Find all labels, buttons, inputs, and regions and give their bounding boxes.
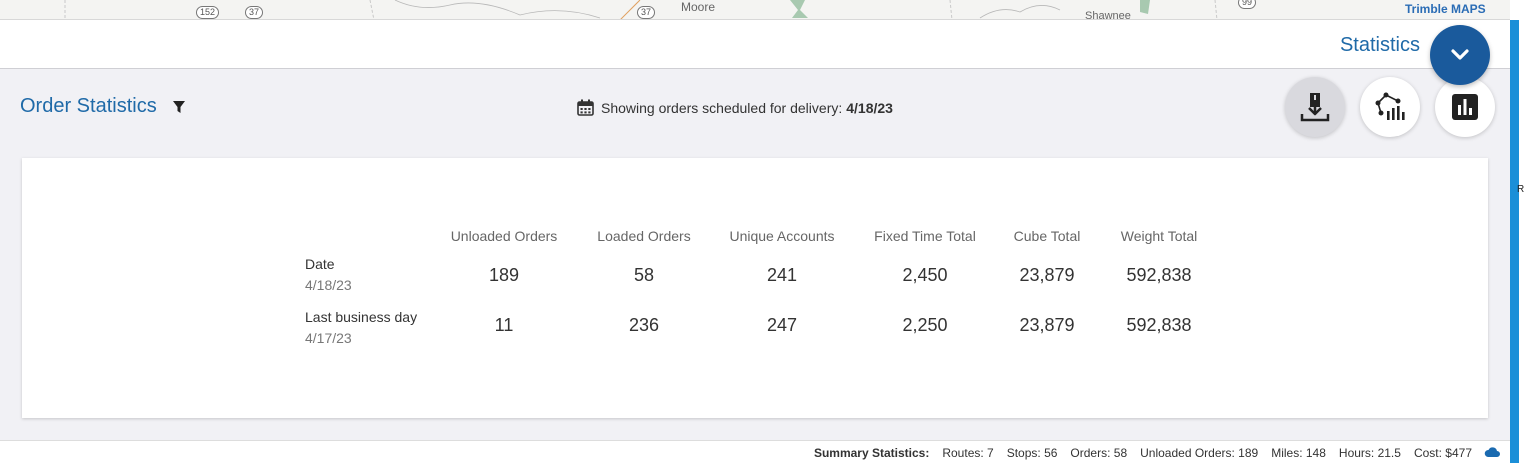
table-cell: 23,879 bbox=[1019, 315, 1075, 335]
column-header: Cube Total bbox=[1013, 228, 1081, 244]
right-edge-gap bbox=[1519, 0, 1524, 463]
download-button[interactable] bbox=[1285, 77, 1345, 137]
bar-chart-button[interactable] bbox=[1435, 77, 1495, 137]
row-label: Last business day bbox=[305, 309, 418, 325]
delivery-info: Showing orders scheduled for delivery: 4… bbox=[577, 99, 893, 116]
order-statistics-panel: Order Statistics Showing orders schedule… bbox=[0, 69, 1510, 440]
row-date: 4/18/23 bbox=[305, 277, 352, 293]
filter-icon[interactable] bbox=[172, 100, 186, 114]
summary-cost: Cost: $477 bbox=[1413, 446, 1472, 460]
delivery-prefix: Showing orders scheduled for delivery: bbox=[601, 99, 843, 116]
road-shield: 37 bbox=[245, 6, 264, 19]
map-city-label: Shawnee bbox=[1085, 10, 1131, 20]
collapse-button[interactable] bbox=[1430, 25, 1490, 85]
route-chart-icon bbox=[1375, 92, 1405, 120]
table-cell: 11 bbox=[494, 315, 514, 335]
table-cell: 2,250 bbox=[902, 315, 948, 335]
table-cell: 592,838 bbox=[1126, 265, 1192, 285]
summary-statistics: Summary Statistics: Routes: 7 Stops: 56 … bbox=[814, 446, 1472, 460]
map-city-label: Moore bbox=[681, 0, 716, 14]
road-shield: 152 bbox=[196, 6, 220, 19]
delivery-date: 4/18/23 bbox=[846, 99, 893, 116]
column-header: Unloaded Orders bbox=[450, 228, 558, 244]
column-header: Unique Accounts bbox=[729, 228, 835, 244]
row-label: Date bbox=[305, 256, 335, 272]
statistics-card: Unloaded Orders Loaded Orders Unique Acc… bbox=[22, 158, 1488, 418]
road-shield: 99 bbox=[1238, 0, 1257, 9]
table-cell: 23,879 bbox=[1019, 265, 1075, 285]
summary-routes: Routes: 7 bbox=[942, 446, 994, 460]
road-shield: 37 bbox=[637, 6, 656, 19]
table-cell: 247 bbox=[766, 315, 798, 335]
bar-chart-icon bbox=[1452, 94, 1478, 120]
row-date: 4/17/23 bbox=[305, 330, 352, 346]
summary-footer: Summary Statistics: Routes: 7 Stops: 56 … bbox=[0, 440, 1510, 463]
edge-char: R bbox=[1517, 184, 1524, 195]
column-header: Loaded Orders bbox=[597, 228, 691, 244]
map-logo: Trimble MAPS bbox=[1405, 2, 1486, 16]
right-edge-bar bbox=[1510, 20, 1519, 463]
chevron-down-icon bbox=[1451, 49, 1469, 60]
order-statistics-title: Order Statistics bbox=[20, 95, 157, 117]
route-stats-button[interactable] bbox=[1360, 77, 1420, 137]
map-background bbox=[64, 0, 1218, 19]
download-icon bbox=[1300, 93, 1330, 122]
table-cell: 236 bbox=[628, 315, 660, 335]
table-cell: 592,838 bbox=[1126, 315, 1192, 335]
summary-label: Summary Statistics: bbox=[813, 446, 930, 460]
column-header: Weight Total bbox=[1120, 228, 1198, 244]
statistics-header: Statistics bbox=[0, 21, 1510, 85]
map-strip[interactable]: 152 37 37 99 Moore Shawnee Trimble MAPS bbox=[0, 0, 1510, 20]
table-cell: 2,450 bbox=[902, 265, 948, 285]
table-cell: 189 bbox=[488, 265, 520, 285]
cloud-icon[interactable] bbox=[1484, 447, 1500, 458]
summary-hours: Hours: 21.5 bbox=[1338, 446, 1401, 460]
summary-unloaded-orders: Unloaded Orders: 189 bbox=[1140, 446, 1259, 460]
table-cell: 241 bbox=[766, 265, 798, 285]
summary-stops: Stops: 56 bbox=[1006, 446, 1058, 460]
statistics-title: Statistics bbox=[1339, 34, 1420, 56]
calendar-icon bbox=[577, 99, 594, 116]
summary-miles: Miles: 148 bbox=[1271, 446, 1326, 460]
table-cell: 58 bbox=[633, 265, 655, 285]
summary-orders: Orders: 58 bbox=[1070, 446, 1128, 460]
column-header: Fixed Time Total bbox=[874, 228, 976, 244]
